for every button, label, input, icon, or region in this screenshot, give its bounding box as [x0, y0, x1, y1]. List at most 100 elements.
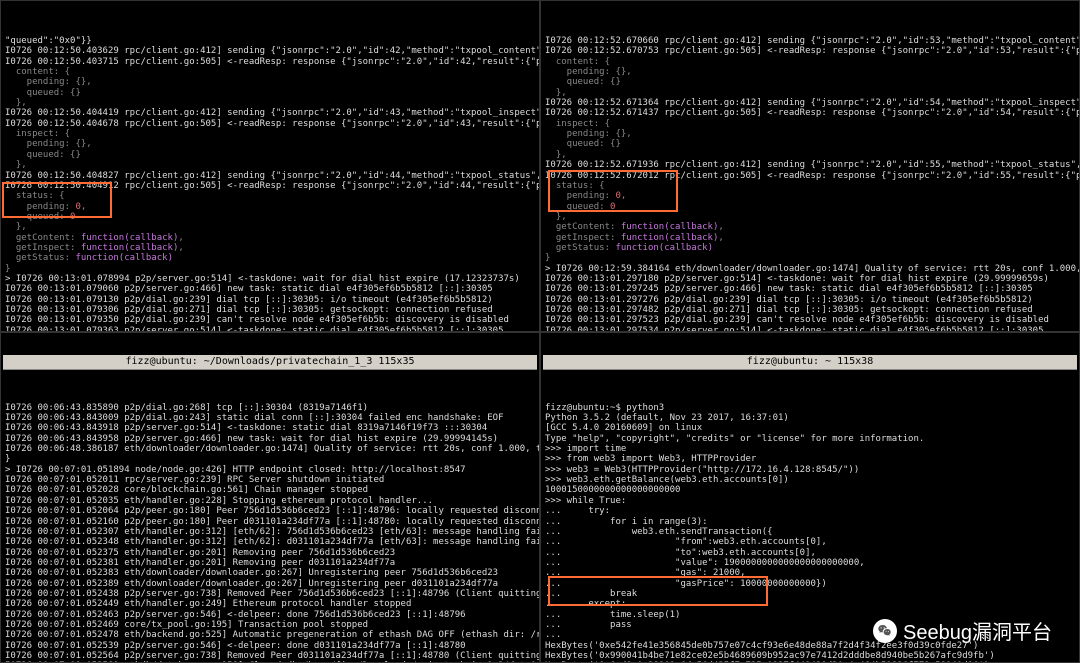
log-line: I0726 00:12:50.403629 rpc/client.go:412]… — [5, 46, 540, 56]
function-value: function(callback) — [621, 222, 719, 232]
python-line: ... — [545, 630, 561, 640]
log-line: inspect: { — [5, 129, 70, 139]
log-line: I0726 00:07:01.052564 p2p/server.go:738]… — [5, 651, 540, 661]
terminal-output: I0726 00:12:52.670660 rpc/client.go:412]… — [543, 24, 1077, 332]
queued-value: 0 — [610, 202, 615, 212]
wechat-icon — [873, 619, 897, 643]
log-line: }, — [5, 98, 27, 108]
python-line: >>> web3 = Web3(HTTPProvider("http://172… — [545, 465, 859, 475]
log-line: I0726 00:07:01.052381 eth/handler.go:201… — [5, 558, 395, 568]
log-line: I0726 00:12:50.403715 rpc/client.go:505]… — [5, 57, 540, 67]
log-line: queued: {} — [5, 150, 81, 160]
log-line: > I0726 00:12:59.384164 eth/downloader/d… — [545, 264, 1080, 274]
log-line: inspect: { — [545, 119, 610, 129]
log-line: I0726 00:07:01.052389 eth/downloader/dow… — [5, 579, 498, 589]
log-line: pending: {}, — [5, 139, 92, 149]
function-value: function(callback) — [81, 233, 179, 243]
queued-value: 0 — [70, 212, 75, 222]
log-line: I0726 00:12:52.671437 rpc/client.go:505]… — [545, 108, 1080, 118]
log-line: } — [5, 264, 10, 274]
queued-label: queued: — [545, 202, 610, 212]
log-line: I0726 00:07:01.052438 p2p/server.go:738]… — [5, 589, 540, 599]
hexbytes-output: HexBytes('0x990041b4be71e82ce02e5b468960… — [545, 651, 995, 661]
getstatus-label: getStatus: — [545, 243, 615, 253]
log-line: I0726 00:07:01.052160 p2p/peer.go:180] P… — [5, 517, 540, 527]
log-line: I0726 00:12:50.404419 rpc/client.go:412]… — [5, 108, 540, 118]
log-line: > I0726 00:07:01.051894 node/node.go:426… — [5, 465, 466, 475]
log-line: "queued":"0x0"}} — [5, 36, 92, 46]
pending-label: pending: — [5, 202, 75, 212]
function-value: function(callback) — [81, 243, 179, 253]
log-line: I0726 00:07:01.052383 eth/downloader/dow… — [5, 568, 498, 578]
python-line: >>> from web3 import Web3, HTTPProvider — [545, 454, 756, 464]
prompt-line: fizz@ubuntu:~$ python3 — [545, 403, 664, 413]
log-line: I0726 00:12:50.404827 rpc/client.go:412]… — [5, 171, 540, 181]
log-line: I0726 00:06:48.386187 eth/downloader/dow… — [5, 444, 540, 454]
terminal-output: I0726 00:06:43.835890 p2p/dial.go:268] t… — [3, 390, 537, 663]
log-line: queued: {} — [545, 139, 621, 149]
status-label: status: { — [5, 191, 65, 201]
balance-output: 1000150000000000000000000 — [545, 485, 680, 495]
python-line: ... try: — [545, 506, 610, 516]
python-line: ... pass — [545, 620, 632, 630]
getinspect-label: getInspect: — [5, 243, 81, 253]
log-line: I0726 00:06:43.843918 p2p/server.go:514]… — [5, 423, 487, 433]
log-line: I0726 00:13:01.079130 p2p/dial.go:239] d… — [5, 295, 493, 305]
watermark: Seebug漏洞平台 — [873, 616, 1052, 645]
python-line: ... "from":web3.eth.accounts[0], — [545, 537, 827, 547]
window-title: fizz@ubuntu: ~ 115x38 — [543, 355, 1077, 370]
log-line: I0726 00:07:01.052449 eth/handler.go:249… — [5, 599, 411, 609]
log-line: }, — [545, 212, 567, 222]
log-line: I0726 00:07:01.052478 eth/backend.go:525… — [5, 630, 540, 640]
terminal-pane-top-left[interactable]: "queued":"0x0"}} I0726 00:12:50.403629 r… — [0, 0, 540, 332]
getstatus-label: getStatus: — [5, 253, 75, 263]
log-line: I0726 00:13:01.079350 p2p/dial.go:239] c… — [5, 315, 509, 325]
log-line: I0726 00:13:01.297245 p2p/server.go:466]… — [545, 284, 1033, 294]
log-line: I0726 00:12:50.404678 rpc/client.go:505]… — [5, 119, 540, 129]
log-line: I0726 00:07:01.052375 eth/handler.go:201… — [5, 548, 395, 558]
log-line: I0726 00:07:01.052469 core/tx_pool.go:19… — [5, 620, 368, 630]
log-line: I0726 00:07:01.052463 p2p/server.go:546]… — [5, 610, 466, 620]
python-line: ... break — [545, 589, 637, 599]
terminal-pane-top-right[interactable]: I0726 00:12:52.670660 rpc/client.go:412]… — [540, 0, 1080, 332]
terminal-pane-bottom-right[interactable]: fizz@ubuntu: ~ 115x38 fizz@ubuntu:~$ pyt… — [540, 332, 1080, 663]
log-line: I0726 00:12:52.671936 rpc/client.go:412]… — [545, 160, 1080, 170]
python-banner: Type "help", "copyright", "credits" or "… — [545, 434, 924, 444]
python-line: ... time.sleep(1) — [545, 610, 680, 620]
terminal-output: "queued":"0x0"}} I0726 00:12:50.403629 r… — [3, 24, 537, 332]
log-line: I0726 00:12:50.404912 rpc/client.go:505]… — [5, 181, 540, 191]
python-line: ... web3.eth.sendTransaction({ — [545, 527, 773, 537]
log-line: content: { — [545, 57, 610, 67]
python-line: ... "gasPrice": 10000000000000}) — [545, 579, 827, 589]
log-line: pending: {}, — [545, 67, 632, 77]
log-line: I0726 00:07:01.052064 p2p/peer.go:180] P… — [5, 506, 540, 516]
log-line: }, — [5, 160, 27, 170]
window-title: fizz@ubuntu: ~/Downloads/privatechain_1_… — [3, 355, 537, 370]
pending-label: pending: — [545, 191, 615, 201]
log-line: }, — [5, 222, 27, 232]
function-value: function(callback) — [75, 253, 173, 263]
function-value: function(callback) — [615, 243, 713, 253]
python-line: >>> while True: — [545, 496, 626, 506]
log-line: I0726 00:13:01.297180 p2p/server.go:514]… — [545, 274, 1049, 284]
function-value: function(callback) — [621, 233, 719, 243]
log-line: queued: {} — [545, 77, 621, 87]
python-line: >>> web3.eth.getBalance(web3.eth.account… — [545, 475, 789, 485]
python-line: ... "gas": 21000, — [545, 568, 745, 578]
log-line: } — [5, 454, 10, 464]
terminal-pane-bottom-left[interactable]: fizz@ubuntu: ~/Downloads/privatechain_1_… — [0, 332, 540, 663]
python-banner: Python 3.5.2 (default, Nov 23 2017, 16:3… — [545, 413, 789, 423]
python-line: ... for i in range(3): — [545, 517, 708, 527]
log-line: I0726 00:13:01.297276 p2p/dial.go:239] d… — [545, 295, 1033, 305]
log-line: I0726 00:13:01.079306 p2p/dial.go:271] d… — [5, 305, 493, 315]
log-line: I0726 00:06:43.843009 p2p/dial.go:243] s… — [5, 413, 504, 423]
getcontent-label: getContent: — [5, 233, 81, 243]
log-line: I0726 00:12:52.670753 rpc/client.go:505]… — [545, 46, 1080, 56]
log-line: I0726 00:13:01.079060 p2p/server.go:466]… — [5, 284, 493, 294]
log-line: content: { — [5, 67, 70, 77]
python-line: >>> import time — [545, 444, 626, 454]
log-line: I0726 00:12:52.672012 rpc/client.go:505]… — [545, 171, 1080, 181]
log-line: }, — [545, 88, 567, 98]
log-line: I0726 00:12:52.671364 rpc/client.go:412]… — [545, 98, 1080, 108]
log-line: I0726 00:13:01.297523 p2p/dial.go:239] c… — [545, 315, 1049, 325]
